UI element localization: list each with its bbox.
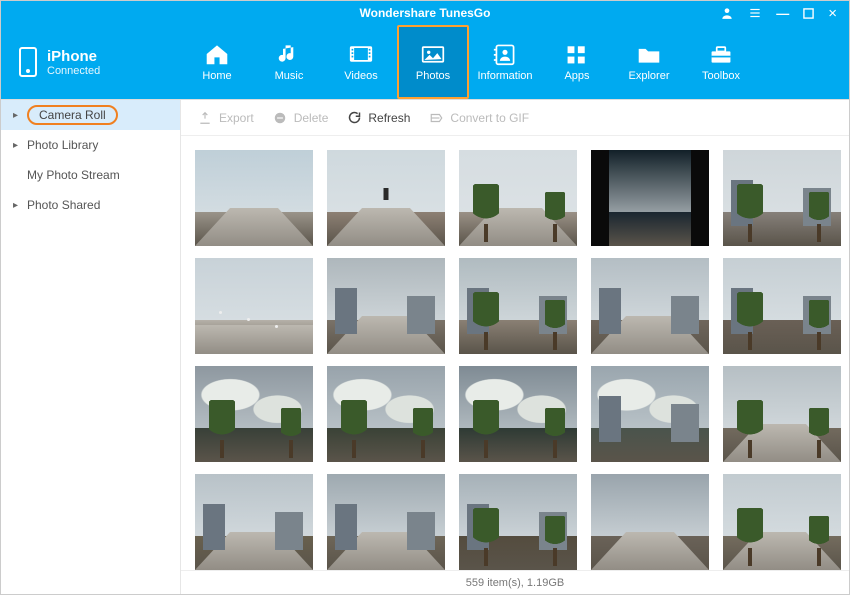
chevron-right-icon: ▸ (13, 200, 21, 211)
main-toolbar: iPhone Connected Home Music Videos Photos In… (1, 25, 849, 99)
app-title: Wondershare TunesGo (360, 6, 491, 20)
photo-thumbnail[interactable] (195, 150, 313, 246)
user-icon[interactable] (720, 6, 734, 20)
export-button[interactable]: Export (197, 110, 254, 126)
photo-thumbnail[interactable] (723, 258, 841, 354)
device-name: iPhone (47, 48, 100, 65)
nav-tab-explorer[interactable]: Explorer (613, 25, 685, 99)
chevron-right-icon: ▸ (13, 140, 21, 151)
nav-tab-home[interactable]: Home (181, 25, 253, 99)
video-icon (347, 42, 375, 66)
convert-gif-button[interactable]: Convert to GIF (428, 110, 529, 126)
export-icon (197, 110, 213, 126)
refresh-button[interactable]: Refresh (346, 110, 410, 126)
action-bar: Export Delete Refresh Convert to GIF (181, 100, 849, 136)
apps-icon (563, 42, 591, 66)
music-icon (275, 42, 303, 66)
nav-tab-toolbox[interactable]: Toolbox (685, 25, 757, 99)
photo-thumbnail[interactable] (591, 366, 709, 462)
sidebar-item-my-photo-stream[interactable]: My Photo Stream (1, 160, 180, 190)
photo-thumbnail[interactable] (195, 474, 313, 570)
photo-grid-wrap (181, 136, 849, 570)
nav-tab-photos[interactable]: Photos (397, 25, 469, 99)
photo-thumbnail[interactable] (327, 150, 445, 246)
refresh-label: Refresh (368, 111, 410, 125)
delete-label: Delete (294, 111, 329, 125)
contact-icon (491, 42, 519, 66)
nav-tab-label: Toolbox (702, 70, 740, 82)
photo-thumbnail[interactable] (591, 258, 709, 354)
menu-icon[interactable] (748, 6, 762, 20)
sidebar-item-photo-library[interactable]: ▸ Photo Library (1, 130, 180, 160)
photo-icon (419, 42, 447, 66)
chevron-right-icon: ▸ (13, 110, 21, 121)
gif-icon (428, 110, 444, 126)
nav-tab-apps[interactable]: Apps (541, 25, 613, 99)
nav-tab-label: Information (477, 70, 532, 82)
export-label: Export (219, 111, 254, 125)
nav-tab-information[interactable]: Information (469, 25, 541, 99)
photo-grid (195, 150, 835, 570)
app-window: Wondershare TunesGo — × iPhone Connected… (0, 0, 850, 595)
status-bar: 559 item(s), 1.19GB (181, 570, 849, 594)
nav-tab-label: Home (202, 70, 231, 82)
photo-thumbnail[interactable] (459, 258, 577, 354)
maximize-button[interactable] (803, 8, 814, 19)
photo-thumbnail[interactable] (591, 474, 709, 570)
nav-tab-music[interactable]: Music (253, 25, 325, 99)
sidebar-item-label: Photo Shared (27, 198, 100, 212)
nav-tab-label: Photos (416, 70, 450, 82)
sidebar-item-label: Photo Library (27, 138, 98, 152)
folder-icon (635, 42, 663, 66)
sidebar-item-camera-roll[interactable]: ▸ Camera Roll (1, 100, 180, 130)
nav-tab-label: Explorer (629, 70, 670, 82)
sidebar-item-label: My Photo Stream (27, 168, 120, 182)
sidebar: ▸ Camera Roll ▸ Photo Library My Photo Strea… (1, 100, 181, 594)
photo-thumbnail[interactable] (327, 474, 445, 570)
photo-thumbnail[interactable] (195, 366, 313, 462)
home-icon (203, 42, 231, 66)
device-block[interactable]: iPhone Connected (1, 25, 181, 99)
device-status: Connected (47, 65, 100, 77)
photo-thumbnail[interactable] (327, 258, 445, 354)
nav-tab-label: Apps (564, 70, 589, 82)
nav-tab-label: Videos (344, 70, 377, 82)
delete-button[interactable]: Delete (272, 110, 329, 126)
photo-thumbnail[interactable] (327, 366, 445, 462)
body: ▸ Camera Roll ▸ Photo Library My Photo Strea… (1, 99, 849, 594)
gif-label: Convert to GIF (450, 111, 529, 125)
minimize-button[interactable]: — (776, 6, 789, 21)
photo-thumbnail[interactable] (459, 474, 577, 570)
photo-thumbnail[interactable] (459, 150, 577, 246)
window-controls: — × (720, 5, 849, 22)
refresh-icon (346, 110, 362, 126)
photo-thumbnail[interactable] (723, 150, 841, 246)
photo-thumbnail[interactable] (195, 258, 313, 354)
nav-tabs: Home Music Videos Photos Information Apps Expl… (181, 25, 849, 99)
content-area: Export Delete Refresh Convert to GIF (181, 100, 849, 594)
phone-icon (19, 47, 37, 77)
titlebar: Wondershare TunesGo — × (1, 1, 849, 25)
sidebar-item-label: Camera Roll (27, 105, 118, 125)
photo-thumbnail[interactable] (723, 366, 841, 462)
nav-tab-label: Music (275, 70, 304, 82)
photo-thumbnail[interactable] (591, 150, 709, 246)
photo-thumbnail[interactable] (723, 474, 841, 570)
photo-thumbnail[interactable] (459, 366, 577, 462)
toolbox-icon (707, 42, 735, 66)
nav-tab-videos[interactable]: Videos (325, 25, 397, 99)
close-button[interactable]: × (828, 5, 837, 22)
delete-icon (272, 110, 288, 126)
sidebar-item-photo-shared[interactable]: ▸ Photo Shared (1, 190, 180, 220)
